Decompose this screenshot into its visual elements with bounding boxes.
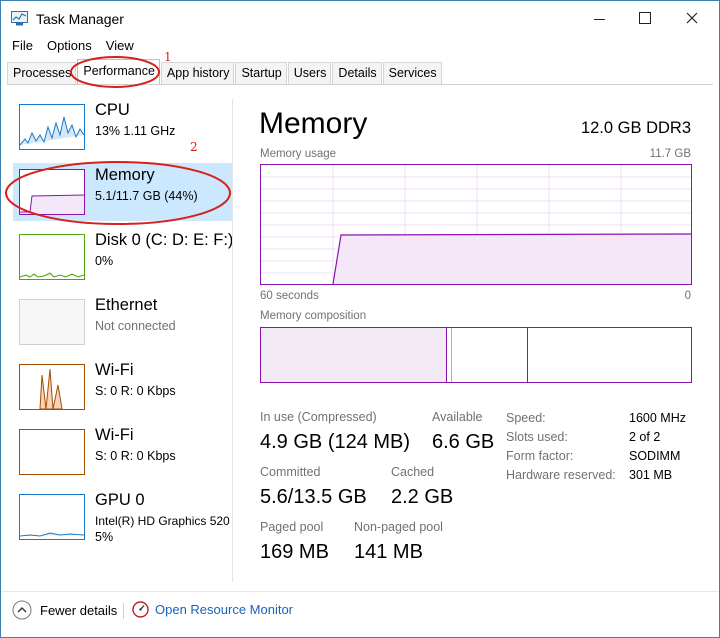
tab-services[interactable]: Services — [382, 62, 442, 84]
footer-divider — [1, 591, 719, 592]
memory-usage-label: Memory usage — [260, 148, 337, 160]
sidebar-item-wifi-1[interactable]: Wi-Fi S: 0 R: 0 Kbps — [13, 358, 233, 416]
disk-thumbnail — [19, 234, 85, 280]
close-button[interactable] — [669, 1, 715, 35]
page-title: Memory — [259, 107, 368, 140]
resource-monitor-icon — [132, 601, 149, 618]
sidebar-item-disk[interactable]: Disk 0 (C: D: E: F:) 0% — [13, 228, 233, 286]
composition-standby — [452, 328, 528, 382]
wifi-1-label: Wi-Fi — [95, 361, 134, 379]
chevron-up-icon — [12, 600, 32, 620]
tab-users[interactable]: Users — [287, 62, 332, 84]
slots-used-label: Slots used: — [506, 430, 568, 444]
annotation-marker-2: 2 — [190, 140, 198, 154]
menu-file[interactable]: File — [5, 37, 40, 57]
speed-label: Speed: — [506, 411, 546, 425]
form-factor-value: SODIMM — [629, 449, 681, 463]
tab-details[interactable]: Details — [332, 62, 382, 84]
cpu-usage: 13% 1.11 GHz — [95, 124, 176, 138]
gpu-usage: 5% — [95, 530, 114, 544]
maximize-icon — [639, 12, 651, 24]
sidebar-item-gpu[interactable]: GPU 0 Intel(R) HD Graphics 520 5% — [13, 488, 233, 546]
minimize-button[interactable] — [576, 1, 622, 35]
fewer-details-button[interactable]: Fewer details — [12, 600, 117, 620]
tab-app-history[interactable]: App history — [160, 62, 235, 84]
composition-free — [528, 328, 691, 382]
cached-value: 2.2 GB — [391, 486, 454, 508]
sidebar-item-wifi-2[interactable]: Wi-Fi S: 0 R: 0 Kbps — [13, 423, 233, 481]
gpu-thumbnail — [19, 494, 85, 540]
disk-usage: 0% — [95, 254, 114, 268]
ethernet-label: Ethernet — [95, 296, 158, 314]
paged-pool-value: 169 MB — [260, 541, 329, 563]
slots-used-value: 2 of 2 — [629, 430, 661, 444]
maximize-button[interactable] — [622, 1, 668, 35]
wifi-1-thumbnail — [19, 364, 85, 410]
ethernet-thumbnail — [19, 299, 85, 345]
memory-composition-label: Memory composition — [260, 310, 367, 322]
tab-startup[interactable]: Startup — [235, 62, 287, 84]
cpu-label: CPU — [95, 101, 130, 119]
task-manager-icon — [11, 11, 28, 26]
annotation-marker-1: 1 — [164, 50, 172, 64]
gpu-model: Intel(R) HD Graphics 520 — [95, 514, 230, 528]
sidebar-item-cpu[interactable]: CPU 13% 1.11 GHz — [13, 98, 233, 156]
non-paged-pool-label: Non-paged pool — [354, 520, 443, 534]
fewer-details-label: Fewer details — [40, 602, 118, 618]
footer-separator — [123, 603, 124, 619]
in-use-value: 4.9 GB (124 MB) — [260, 431, 411, 453]
speed-value: 1600 MHz — [629, 411, 686, 425]
paged-pool-label: Paged pool — [260, 520, 324, 534]
performance-tab-annotation — [70, 56, 160, 88]
open-resource-monitor-link[interactable]: Open Resource Monitor — [132, 601, 293, 618]
sidebar-item-ethernet[interactable]: Ethernet Not connected — [13, 293, 233, 351]
task-manager-window: Task Manager File Options View Processes… — [0, 0, 720, 638]
gpu-label: GPU 0 — [95, 491, 145, 509]
wifi-2-thumbnail — [19, 429, 85, 475]
tab-processes[interactable]: Processes — [7, 62, 77, 84]
memory-usage-graph — [260, 164, 692, 285]
ethernet-status: Not connected — [95, 319, 176, 333]
available-value: 6.6 GB — [432, 431, 495, 453]
composition-in-use — [261, 328, 447, 382]
close-icon — [686, 12, 698, 24]
non-paged-pool-value: 141 MB — [354, 541, 423, 563]
title-bar: Task Manager — [1, 1, 719, 35]
hardware-reserved-value: 301 MB — [629, 468, 673, 482]
time-axis-start: 60 seconds — [260, 290, 319, 302]
wifi-1-throughput: S: 0 R: 0 Kbps — [95, 384, 176, 398]
cpu-thumbnail — [19, 104, 85, 150]
memory-spec: 12.0 GB DDR3 — [580, 119, 691, 137]
hardware-reserved-label: Hardware reserved: — [506, 468, 616, 482]
form-factor-label: Form factor: — [506, 449, 574, 463]
cached-label: Cached — [391, 465, 435, 479]
committed-value: 5.6/13.5 GB — [260, 486, 367, 508]
minimize-icon — [593, 18, 605, 20]
window-title: Task Manager — [36, 11, 124, 27]
available-label: Available — [432, 410, 483, 424]
committed-label: Committed — [260, 465, 321, 479]
time-axis-end: 0 — [684, 290, 691, 302]
disk-label: Disk 0 (C: D: E: F:) — [95, 231, 234, 249]
memory-usage-max: 11.7 GB — [649, 148, 691, 160]
in-use-label: In use (Compressed) — [260, 410, 377, 424]
sidebar-divider — [232, 99, 233, 582]
memory-item-annotation — [5, 161, 231, 225]
open-resource-monitor-label: Open Resource Monitor — [155, 602, 294, 617]
wifi-2-throughput: S: 0 R: 0 Kbps — [95, 449, 176, 463]
wifi-2-label: Wi-Fi — [95, 426, 134, 444]
memory-composition-bar — [260, 327, 692, 383]
